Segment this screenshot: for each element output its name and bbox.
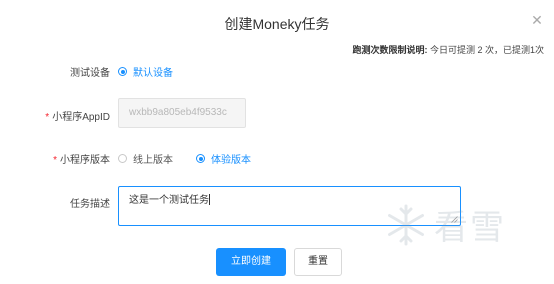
dialog-title: 创建Moneky任务 [224, 16, 330, 32]
radio-dot [118, 154, 127, 163]
version-label: * 小程序版本 [53, 155, 110, 166]
description-label: 任务描述 [70, 199, 110, 210]
run-limit-note: 跑测次数限制说明: 今日可提测 2 次，已提测1次 [352, 43, 544, 56]
radio-dot [118, 67, 127, 76]
close-icon[interactable]: ✕ [530, 13, 544, 27]
snowflake-icon [388, 204, 424, 245]
required-mark: * [45, 112, 50, 123]
create-task-dialog: 创建Moneky任务 ✕ 跑测次数限制说明: 今日可提测 2 次，已提测1次 测… [0, 0, 554, 284]
radio-dot [196, 154, 205, 163]
device-label: 测试设备 [70, 68, 110, 79]
version-radio-trial[interactable]: 体验版本 [196, 151, 251, 166]
text-caret [209, 194, 210, 205]
description-text: 这是一个测试任务 [129, 195, 209, 206]
device-option-label: 默认设备 [133, 68, 173, 79]
run-limit-text: 今日可提测 2 次，已提测1次 [429, 45, 544, 55]
version-radio-online[interactable]: 线上版本 [118, 151, 173, 166]
watermark-text: 看雪 [434, 209, 506, 247]
watermark: 看雪 [384, 200, 506, 249]
appid-input[interactable]: wxbb9a805eb4f9533c [118, 98, 246, 128]
create-button[interactable]: 立即创建 [216, 248, 286, 276]
version-option-online-label: 线上版本 [133, 155, 173, 166]
appid-label: * 小程序AppID [45, 112, 110, 123]
run-limit-label: 跑测次数限制说明: [352, 45, 428, 55]
version-option-trial-label: 体验版本 [211, 155, 251, 166]
required-mark: * [53, 155, 57, 166]
reset-button[interactable]: 重置 [294, 248, 342, 276]
device-radio-default[interactable]: 默认设备 [118, 64, 173, 79]
